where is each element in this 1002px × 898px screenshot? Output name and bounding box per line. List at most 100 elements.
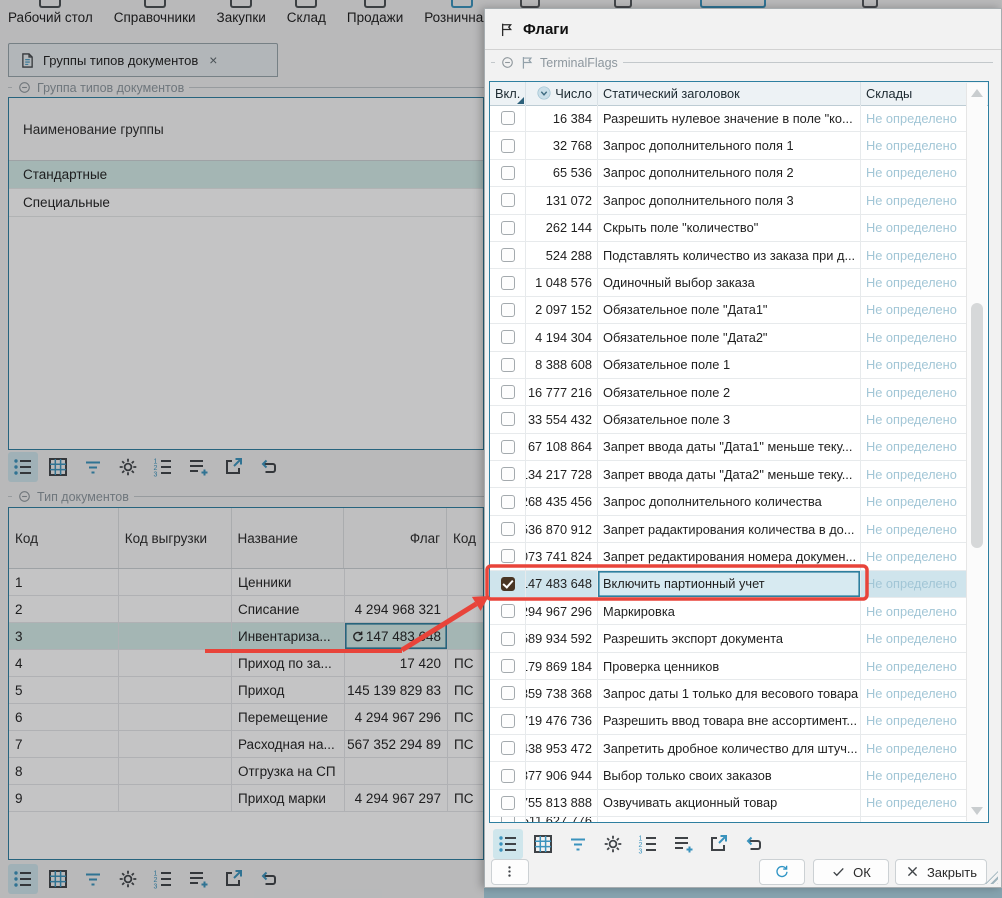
flag-checkbox[interactable] [501, 139, 515, 153]
flag-checkbox[interactable] [501, 522, 515, 536]
flag-row[interactable]: 549 755 813 888Озвучивать акционный това… [490, 790, 967, 817]
flag-row[interactable]: 524 288Подставлять количество из заказа … [490, 242, 967, 269]
flag-checkbox[interactable] [501, 817, 515, 822]
flag-warehouses[interactable]: Не определено [861, 790, 967, 816]
flag-checkbox[interactable] [501, 412, 515, 426]
flag-warehouses[interactable] [861, 817, 967, 822]
column-header-chislo[interactable]: Число [526, 82, 598, 105]
flag-row[interactable]: 17 179 869 184Проверка ценниковНе опреде… [490, 653, 967, 680]
flag-warehouses[interactable]: Не определено [861, 708, 967, 734]
flag-warehouses[interactable]: Не определено [861, 105, 967, 131]
flag-warehouses[interactable]: Не определено [861, 352, 967, 378]
flag-warehouses[interactable]: Не определено [861, 379, 967, 405]
scroll-down-arrow[interactable] [971, 807, 983, 815]
flag-row[interactable]: 536 870 912Запрет радактирования количес… [490, 516, 967, 543]
flag-warehouses[interactable]: Не определено [861, 735, 967, 761]
grid-icon[interactable] [528, 829, 558, 859]
flag-warehouses[interactable]: Не определено [861, 132, 967, 158]
sort-down-circle-icon[interactable] [536, 85, 552, 101]
flag-checkbox[interactable] [501, 385, 515, 399]
flag-warehouses[interactable]: Не определено [861, 680, 967, 706]
flag-row[interactable]: 16 777 216Обязательное поле 2Не определе… [490, 379, 967, 406]
flag-warehouses[interactable]: Не определено [861, 461, 967, 487]
flag-row[interactable]: 1 099 511 627 776 [490, 817, 967, 822]
column-header-zagolovok[interactable]: Статический заголовок [598, 82, 861, 105]
flag-checkbox[interactable] [501, 604, 515, 618]
flag-checkbox[interactable] [501, 440, 515, 454]
flag-checkbox[interactable] [501, 111, 515, 125]
flag-checkbox[interactable] [501, 467, 515, 481]
more-button[interactable] [491, 859, 529, 885]
flag-row[interactable]: 65 536Запрос дополнительного поля 2Не оп… [490, 160, 967, 187]
flag-warehouses[interactable]: Не определено [861, 488, 967, 514]
flag-checkbox[interactable] [501, 632, 515, 646]
flag-warehouses[interactable]: Не определено [861, 269, 967, 295]
flag-row[interactable]: 16 384Разрешить нулевое значение в поле … [490, 105, 967, 132]
flag-warehouses[interactable]: Не определено [861, 215, 967, 241]
flag-checkbox[interactable] [501, 577, 515, 591]
flag-warehouses[interactable]: Не определено [861, 324, 967, 350]
flag-warehouses[interactable]: Не определено [861, 625, 967, 651]
numbered-list-icon[interactable]: 123 [633, 829, 663, 859]
flag-warehouses[interactable]: Не определено [861, 160, 967, 186]
flag-row[interactable]: 4 294 967 296МаркировкаНе определено [490, 598, 967, 625]
flag-checkbox[interactable] [501, 303, 515, 317]
flag-checkbox[interactable] [501, 221, 515, 235]
flag-checkbox[interactable] [501, 276, 515, 290]
flag-checkbox[interactable] [501, 330, 515, 344]
flag-row[interactable]: 8 388 608Обязательное поле 1Не определен… [490, 352, 967, 379]
flag-row[interactable]: 34 359 738 368Запрос даты 1 только для в… [490, 680, 967, 707]
flag-row[interactable]: 268 435 456Запрос дополнительного количе… [490, 488, 967, 515]
close-button[interactable]: Закрыть [895, 859, 987, 885]
flag-warehouses[interactable]: Не определено [861, 543, 967, 569]
flag-warehouses[interactable]: Не определено [861, 187, 967, 213]
flag-row[interactable]: 32 768Запрос дополнительного поля 1Не оп… [490, 132, 967, 159]
flag-warehouses[interactable]: Не определено [861, 242, 967, 268]
flag-checkbox[interactable] [501, 358, 515, 372]
flag-warehouses[interactable]: Не определено [861, 571, 967, 597]
flag-row[interactable]: 131 072Запрос дополнительного поля 3Не о… [490, 187, 967, 214]
add-row-icon[interactable] [668, 829, 698, 859]
ok-button[interactable]: ОК [813, 859, 889, 885]
flag-row[interactable]: 274 877 906 944Выбор только своих заказо… [490, 762, 967, 789]
external-link-icon[interactable] [703, 829, 733, 859]
vertical-scrollbar[interactable] [966, 83, 987, 821]
flag-warehouses[interactable]: Не определено [861, 598, 967, 624]
flag-row[interactable]: 67 108 864Запрет ввода даты "Дата1" мень… [490, 434, 967, 461]
flag-row[interactable]: 262 144Скрыть поле "количество"Не опреде… [490, 215, 967, 242]
list-view-icon[interactable] [493, 829, 523, 859]
flag-checkbox[interactable] [501, 714, 515, 728]
flag-row[interactable]: 137 438 953 472Запретить дробное количес… [490, 735, 967, 762]
flag-warehouses[interactable]: Не определено [861, 434, 967, 460]
flag-warehouses[interactable]: Не определено [861, 653, 967, 679]
flag-checkbox[interactable] [501, 741, 515, 755]
flag-checkbox[interactable] [501, 686, 515, 700]
flag-row[interactable]: 4 194 304Обязательное поле "Дата2"Не опр… [490, 324, 967, 351]
flag-warehouses[interactable]: Не определено [861, 762, 967, 788]
scroll-up-arrow[interactable] [971, 89, 983, 97]
flag-checkbox[interactable] [501, 495, 515, 509]
collapse-icon[interactable] [500, 55, 515, 70]
flag-row[interactable]: 8 589 934 592Разрешить экспорт документа… [490, 625, 967, 652]
scroll-thumb[interactable] [971, 303, 983, 548]
flag-row[interactable]: 134 217 728Запрет ввода даты "Дата2" мен… [490, 461, 967, 488]
flag-checkbox[interactable] [501, 796, 515, 810]
flag-row[interactable]: 33 554 432Обязательное поле 3Не определе… [490, 406, 967, 433]
flag-checkbox[interactable] [501, 248, 515, 262]
flag-checkbox[interactable] [501, 659, 515, 673]
flag-warehouses[interactable]: Не определено [861, 297, 967, 323]
gear-icon[interactable] [598, 829, 628, 859]
flag-row[interactable]: 1 048 576Одиночный выбор заказаНе опреде… [490, 269, 967, 296]
filter-icon[interactable] [563, 829, 593, 859]
flag-warehouses[interactable]: Не определено [861, 406, 967, 432]
flag-warehouses[interactable]: Не определено [861, 516, 967, 542]
flag-row[interactable]: 68 719 476 736Разрешить ввод товара вне … [490, 708, 967, 735]
flag-checkbox[interactable] [501, 549, 515, 563]
flag-row[interactable]: 2 147 483 648Включить партионный учетНе … [490, 571, 967, 598]
flag-checkbox[interactable] [501, 193, 515, 207]
flag-checkbox[interactable] [501, 166, 515, 180]
flag-row[interactable]: 1 073 741 824Запрет редактирования номер… [490, 543, 967, 570]
repeat-icon[interactable] [738, 829, 768, 859]
flag-row[interactable]: 2 097 152Обязательное поле "Дата1"Не опр… [490, 297, 967, 324]
flag-checkbox[interactable] [501, 769, 515, 783]
